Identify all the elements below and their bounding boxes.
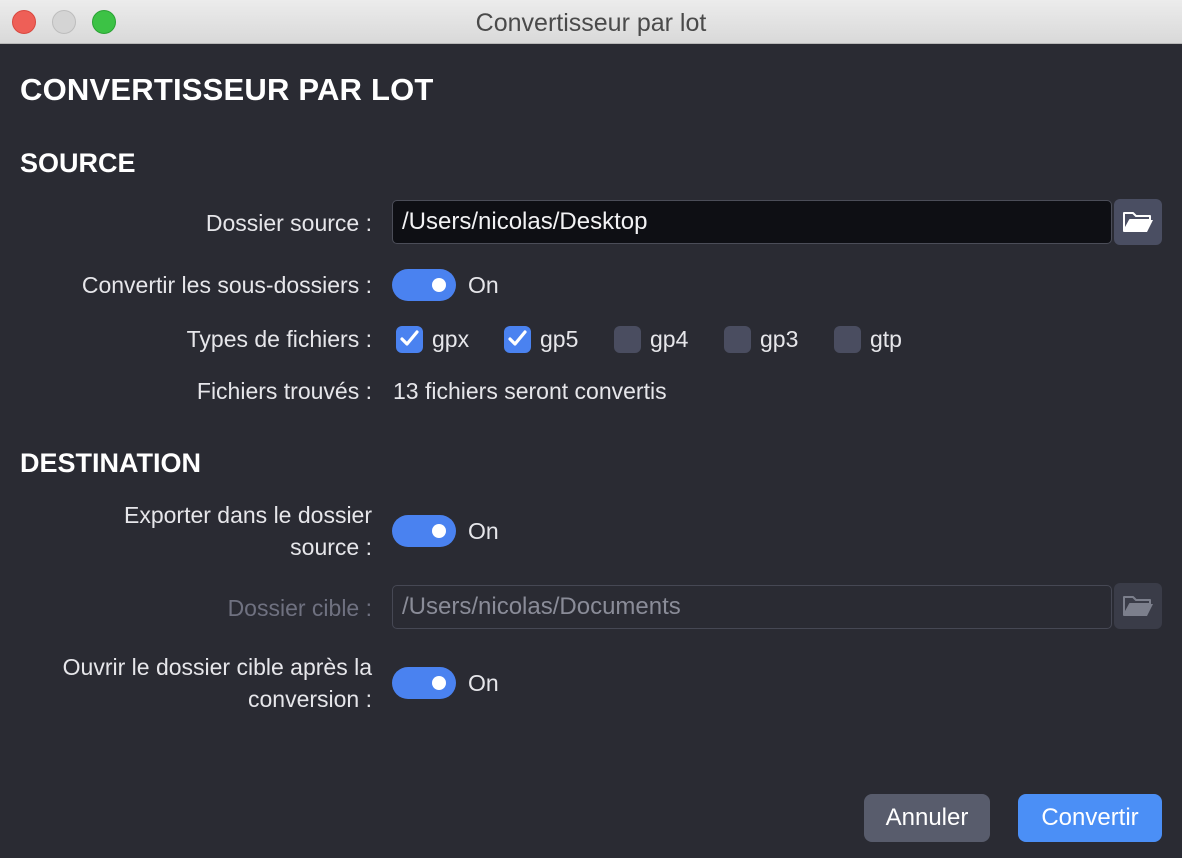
export-source-state: On xyxy=(468,518,499,544)
filetype-gp5-label: gp5 xyxy=(540,326,579,352)
subfolders-toggle[interactable] xyxy=(392,269,456,301)
filetype-gpx-checkbox[interactable] xyxy=(396,326,423,353)
browse-target-folder-button[interactable] xyxy=(1114,583,1162,629)
filetype-gp4-checkbox[interactable] xyxy=(614,326,641,353)
export-source-label-line1: Exporter dans le dossier xyxy=(123,502,372,528)
filetype-gp5-checkbox[interactable] xyxy=(504,326,531,353)
folder-open-icon xyxy=(1123,596,1153,616)
cancel-button[interactable]: Annuler xyxy=(864,794,990,842)
filetype-gtp-label: gtp xyxy=(870,326,902,352)
source-folder-label: Dossier source : xyxy=(205,210,372,236)
source-heading: SOURCE xyxy=(20,148,136,178)
source-folder-input[interactable]: /Users/nicolas/Desktop xyxy=(392,200,1112,244)
target-folder-input[interactable]: /Users/nicolas/Documents xyxy=(392,585,1112,629)
subfolders-label: Convertir les sous-dossiers : xyxy=(81,272,372,298)
found-files-label: Fichiers trouvés : xyxy=(196,378,372,404)
subfolders-state: On xyxy=(468,272,499,298)
filetype-gp4-label: gp4 xyxy=(650,326,689,352)
checkmark-icon xyxy=(508,330,527,346)
target-folder-label: Dossier cible : xyxy=(227,595,372,621)
open-target-label-line1: Ouvrir le dossier cible après la xyxy=(62,654,372,680)
toggle-knob xyxy=(432,676,446,690)
window-title: Convertisseur par lot xyxy=(475,9,707,37)
filetype-gtp-checkbox[interactable] xyxy=(834,326,861,353)
toggle-knob xyxy=(432,278,446,292)
filetype-gp3-label: gp3 xyxy=(760,326,799,352)
export-source-label: Exporter dans le dossier source : xyxy=(124,499,372,563)
open-target-label: Ouvrir le dossier cible après la convers… xyxy=(63,651,372,715)
open-target-toggle[interactable] xyxy=(392,667,456,699)
destination-heading: DESTINATION xyxy=(20,448,201,478)
open-target-state: On xyxy=(468,670,499,696)
title-bar: Convertisseur par lot xyxy=(0,0,1182,44)
filetype-gp3-checkbox[interactable] xyxy=(724,326,751,353)
found-files-value: 13 fichiers seront convertis xyxy=(393,378,667,404)
page-title: CONVERTISSEUR PAR LOT xyxy=(20,72,434,107)
filetype-gpx-label: gpx xyxy=(432,326,470,352)
browse-source-folder-button[interactable] xyxy=(1114,199,1162,245)
convert-button[interactable]: Convertir xyxy=(1018,794,1162,842)
filetypes-label: Types de fichiers : xyxy=(186,326,372,352)
checkmark-icon xyxy=(400,330,419,346)
export-source-toggle[interactable] xyxy=(392,515,456,547)
folder-open-icon xyxy=(1123,212,1153,232)
toggle-knob xyxy=(432,524,446,538)
open-target-label-line2: conversion : xyxy=(247,686,372,712)
export-source-label-line2: source : xyxy=(290,534,372,560)
batch-converter-window: Convertisseur par lot CONVERTISSEUR PAR … xyxy=(0,0,1182,858)
